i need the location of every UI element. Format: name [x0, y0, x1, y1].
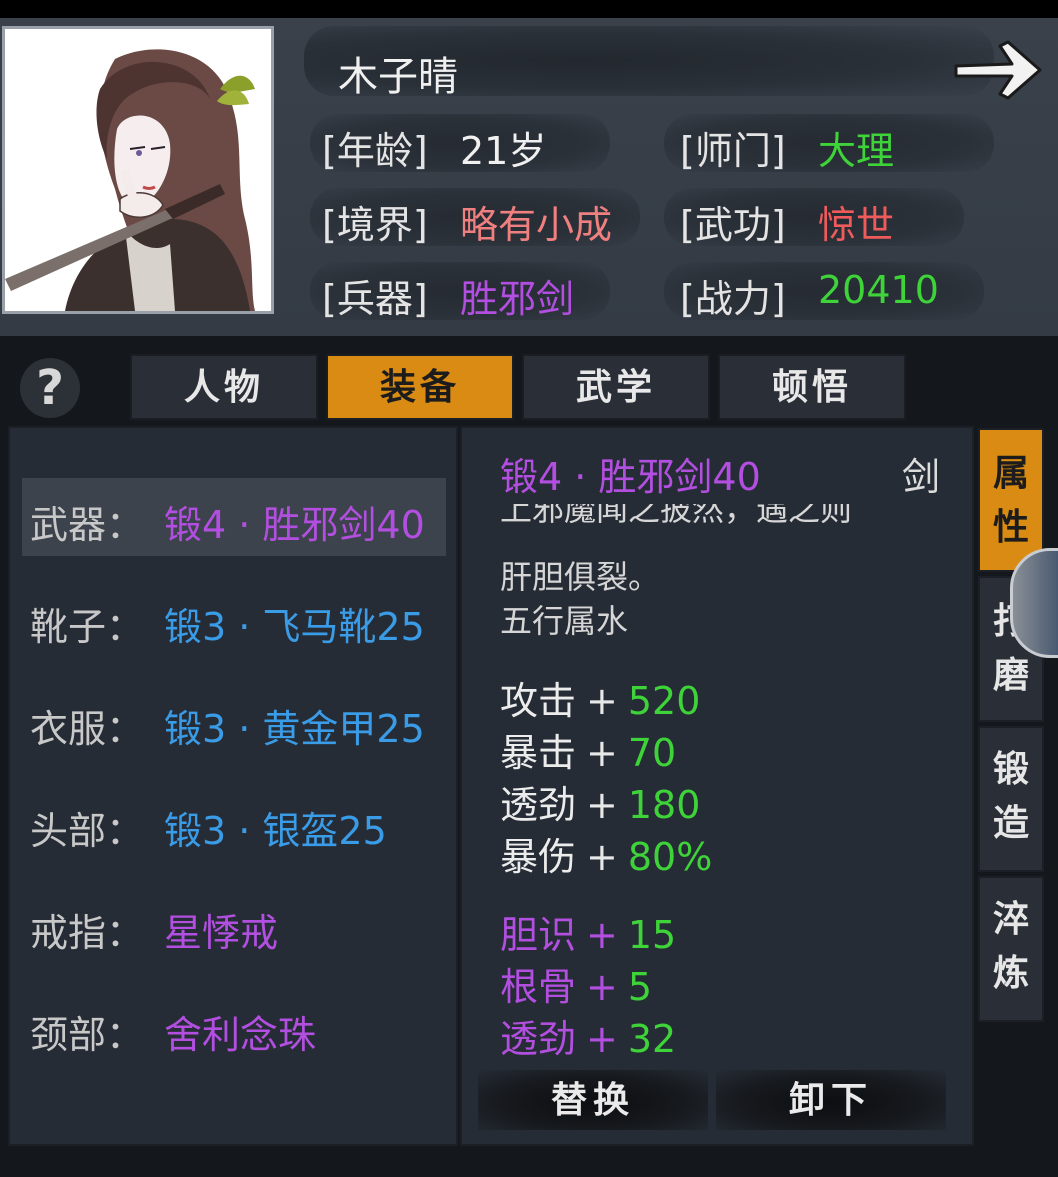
slot-clothes[interactable]: 衣服： 锻3 · 黄金甲25	[22, 682, 446, 760]
stat-value: 70	[627, 731, 677, 775]
side-tab-char: 性	[992, 506, 1029, 548]
portrait-illustration	[5, 29, 271, 311]
slot-head[interactable]: 头部： 锻3 · 银盔25	[22, 784, 446, 862]
sect-label: [师门]	[680, 129, 786, 173]
stat-value: 520	[627, 679, 701, 723]
stat-value: 15	[627, 913, 677, 957]
realm-label: [境界]	[322, 203, 428, 247]
stat-name: 胆识	[500, 913, 577, 957]
stat-sign: +	[586, 783, 618, 827]
stat-value: 180	[627, 783, 701, 827]
realm-value: 略有小成	[460, 203, 613, 247]
help-button[interactable]: ?	[20, 358, 80, 418]
next-character-button[interactable]	[950, 36, 1046, 106]
slot-label: 颈部：	[30, 1013, 145, 1057]
slot-value: 锻3 · 黄金甲25	[164, 707, 425, 751]
bonus-penetration: 透劲 +32	[500, 1008, 676, 1063]
power-label: [战力]	[680, 277, 786, 321]
sect-value: 大理	[818, 129, 895, 173]
stat-sign: +	[586, 731, 618, 775]
martial-label: [武功]	[680, 203, 786, 247]
item-title: 锻4 · 胜邪剑40	[500, 455, 761, 499]
weapon-label: [兵器]	[322, 277, 428, 321]
arrow-right-icon	[954, 40, 1042, 100]
character-portrait	[2, 26, 274, 314]
stat-crit-damage: 暴伤 +80%	[500, 826, 712, 881]
slot-value: 星悸戒	[164, 911, 279, 955]
description-line: 五行属水	[500, 602, 629, 640]
age-value: 21岁	[460, 129, 547, 173]
slot-label: 衣服：	[30, 707, 145, 751]
slot-neck[interactable]: 颈部： 舍利念珠	[22, 988, 446, 1066]
stat-crit: 暴击 +70	[500, 722, 676, 777]
slot-label: 武器：	[30, 503, 145, 547]
stat-name: 根骨	[500, 965, 577, 1009]
stat-value: 5	[627, 965, 653, 1009]
stat-name: 透劲	[500, 783, 577, 827]
stat-sign: +	[586, 913, 618, 957]
stat-value: 80%	[627, 835, 713, 879]
slot-value: 锻3 · 银盔25	[164, 809, 387, 853]
slot-boots[interactable]: 靴子： 锻3 · 飞马靴25	[22, 580, 446, 658]
weapon-value: 胜邪剑	[460, 277, 575, 321]
slot-label: 头部：	[30, 809, 145, 853]
item-description-scroll[interactable]: 上邪魔闻之披然，遇之则	[500, 504, 940, 544]
stat-name: 暴伤	[500, 835, 577, 879]
description-line: 上邪魔闻之披然，遇之则	[500, 504, 853, 528]
side-tab-char: 属	[992, 452, 1029, 494]
description-line: 肝胆俱裂。	[500, 558, 661, 596]
stat-name: 暴击	[500, 731, 577, 775]
slot-ring[interactable]: 戒指： 星悸戒	[22, 886, 446, 964]
stat-penetration: 透劲 +180	[500, 774, 700, 829]
stat-attack: 攻击 +520	[500, 670, 700, 725]
slot-value: 锻4 · 胜邪剑40	[164, 503, 425, 547]
stat-name: 攻击	[500, 679, 577, 723]
item-type: 剑	[902, 455, 941, 499]
side-tab-forge[interactable]: 锻 造	[978, 726, 1044, 872]
stat-sign: +	[586, 965, 618, 1009]
side-tab-char: 磨	[992, 654, 1029, 696]
bonus-courage: 胆识 +15	[500, 904, 676, 959]
side-tab-char: 炼	[992, 952, 1029, 994]
side-tab-char: 造	[992, 802, 1029, 844]
stat-name: 透劲	[500, 1017, 577, 1061]
tab-equipment[interactable]: 装备	[326, 354, 514, 420]
side-tab-temper[interactable]: 淬 炼	[978, 876, 1044, 1022]
stat-sign: +	[586, 835, 618, 879]
bonus-constitution: 根骨 +5	[500, 956, 652, 1011]
tab-character[interactable]: 人物	[130, 354, 318, 420]
slot-label: 戒指：	[30, 911, 145, 955]
floating-shortcut-icon[interactable]	[1010, 548, 1058, 658]
replace-button[interactable]: 替换	[478, 1070, 708, 1130]
stat-sign: +	[586, 1017, 618, 1061]
unequip-button[interactable]: 卸下	[716, 1070, 946, 1130]
age-label: [年龄]	[322, 129, 428, 173]
top-letterbox	[0, 0, 1058, 18]
tab-martial-arts[interactable]: 武学	[522, 354, 710, 420]
martial-value: 惊世	[818, 203, 895, 247]
slot-weapon[interactable]: 武器： 锻4 · 胜邪剑40	[22, 478, 446, 556]
side-tab-char: 淬	[992, 898, 1029, 940]
stat-value: 32	[627, 1017, 677, 1061]
slot-value: 舍利念珠	[164, 1013, 317, 1057]
power-value: 20410	[818, 268, 939, 312]
slot-label: 靴子：	[30, 605, 145, 649]
question-icon: ?	[36, 360, 64, 416]
character-name: 木子晴	[338, 54, 458, 100]
tab-enlightenment[interactable]: 顿悟	[718, 354, 906, 420]
stat-sign: +	[586, 679, 618, 723]
slot-value: 锻3 · 飞马靴25	[164, 605, 425, 649]
side-tab-char: 锻	[992, 748, 1029, 790]
